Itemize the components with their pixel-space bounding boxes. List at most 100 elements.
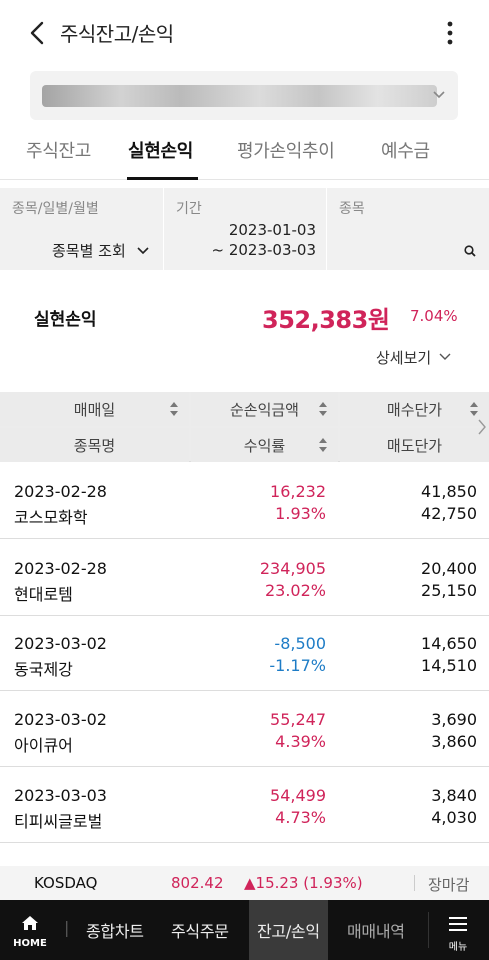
realized-pnl-amount: 352,383원 [262,306,390,334]
tab-stock-balance[interactable]: 주식잔고 [26,137,91,163]
filter-panel: 종목/일별/월별 종목별 조회 기간 2023-01-03 ~ 2023-03-… [0,188,489,270]
table-row[interactable]: 2023-03-02 아이큐어 55,247 4.39% 3,690 3,860 [0,691,489,767]
trade-date: 2023-03-02 [14,710,107,729]
index-change: ▲15.23 (1.93%) [244,874,363,892]
trade-date: 2023-03-02 [14,634,107,653]
stock-filter[interactable]: 종목 [326,188,489,270]
nav-divider [428,912,429,948]
col-trade-date-label: 매매일 [73,400,116,419]
col-trade-date[interactable]: 매매일 [0,392,189,426]
return-rate: 4.39% [275,732,326,751]
net-profit: 234,905 [259,559,326,578]
chevron-down-icon [433,91,445,99]
chevron-down-icon [439,353,451,360]
nav-item-order[interactable]: 주식주문 [171,918,229,942]
table-row[interactable]: 2023-02-28 현대로템 234,905 23.02% 20,400 25… [0,540,489,616]
menu-icon [449,917,467,931]
col-return-rate[interactable]: 수익률 [191,428,338,462]
col-sell-price-label: 매도단가 [386,436,443,455]
chevron-down-icon [137,247,149,255]
sell-price: 4,030 [431,808,477,827]
masked-account-number [42,85,437,107]
bottom-nav: HOME | 종합차트 주식주문 잔고/손익 매매내역 메뉴 [0,900,489,960]
stock-filter-label: 종목 [339,201,365,217]
period-end: ~ 2023-03-03 [211,241,316,259]
ticker-divider [414,875,415,891]
index-ticker[interactable]: KOSDAQ 802.42 ▲15.23 (1.93%) 장마감 [0,866,489,900]
sell-price: 42,750 [421,504,477,523]
period-filter[interactable]: 기간 2023-01-03 ~ 2023-03-03 [163,188,326,270]
net-profit: 55,247 [270,710,326,729]
realized-pnl-rate: 7.04% [410,307,458,325]
table-row[interactable]: 2023-02-28 코스모화학 16,232 1.93% 41,850 42,… [0,463,489,539]
tab-realized-pnl[interactable]: 실현손익 [128,137,193,163]
return-rate: 4.73% [275,808,326,827]
home-icon [22,916,38,930]
sort-icon[interactable] [169,401,179,417]
detail-view-button[interactable]: 상세보기 [376,347,452,368]
sort-icon[interactable] [318,437,328,453]
view-filter[interactable]: 종목/일별/월별 종목별 조회 [0,188,163,270]
table-row[interactable]: 2023-03-02 동국제강 -8,500 -1.17% 14,650 14,… [0,615,489,691]
tab-deposit[interactable]: 예수금 [381,137,430,163]
index-value: 802.42 [171,874,224,892]
period-label: 기간 [176,201,202,217]
sell-price: 3,860 [431,732,477,751]
more-vertical-icon[interactable] [440,16,460,50]
table-row[interactable]: 2023-03-03 티피씨글로벌 54,499 4.73% 3,840 4,0… [0,767,489,843]
buy-price: 3,690 [431,710,477,729]
account-selector[interactable] [30,71,458,120]
summary-label: 실현손익 [34,310,97,330]
tab-bar: 주식잔고 실현손익 평가손익추이 예수금 [0,127,489,180]
sort-icon[interactable] [469,401,479,417]
menu-label: 메뉴 [448,942,468,953]
net-profit: 16,232 [270,482,326,501]
col-buy-price[interactable]: 매수단가 [340,392,489,426]
tab-valuation-trend[interactable]: 평가손익추이 [237,137,335,163]
return-rate: 1.93% [275,504,326,523]
nav-item-balance[interactable]: 잔고/손익 [249,900,328,960]
menu-button[interactable]: 메뉴 [443,914,473,954]
sort-icon[interactable] [318,401,328,417]
home-label: HOME [13,938,47,949]
search-icon[interactable] [463,244,477,258]
trade-date: 2023-02-28 [14,482,107,501]
stock-name: 아이큐어 [14,736,73,755]
col-buy-price-label: 매수단가 [386,400,443,419]
buy-price: 20,400 [421,559,477,578]
table-header: 매매일 순손익금액 매수단가 종목명 수익률 매도단가 [0,392,489,462]
active-tab-indicator [127,177,198,180]
index-name: KOSDAQ [34,874,98,892]
buy-price: 14,650 [421,634,477,653]
market-status: 장마감 [428,876,470,894]
view-filter-label: 종목/일별/월별 [12,201,99,217]
app-header: 주식잔고/손익 [0,0,489,66]
col-sell-price: 매도단가 [340,428,489,462]
sell-price: 14,510 [421,656,477,675]
trade-date: 2023-03-03 [14,786,107,805]
nav-item-chart[interactable]: 종합차트 [86,918,144,942]
sell-price: 25,150 [421,581,477,600]
col-stock-name-label: 종목명 [73,436,116,455]
view-filter-value[interactable]: 종목별 조회 [52,240,126,261]
detail-view-label: 상세보기 [376,349,432,367]
buy-price: 41,850 [421,482,477,501]
back-arrow-icon[interactable] [24,18,52,48]
return-rate: -1.17% [269,656,326,675]
nav-item-clipped: | [64,918,70,937]
return-rate: 23.02% [264,581,326,600]
net-profit: -8,500 [274,634,326,653]
period-start: 2023-01-03 [228,221,316,239]
stock-name: 동국제강 [14,660,73,679]
col-return-rate-label: 수익률 [243,436,286,455]
buy-price: 3,840 [431,786,477,805]
col-net-profit[interactable]: 순손익금액 [191,392,338,426]
home-button[interactable]: HOME [12,912,48,952]
page-title: 주식잔고/손익 [60,22,174,46]
col-net-profit-label: 순손익금액 [229,400,299,419]
nav-item-history[interactable]: 매매내역 [347,918,405,942]
net-profit: 54,499 [270,786,326,805]
stock-name: 현대로템 [14,585,73,604]
stock-name: 티피씨글로벌 [14,812,103,831]
chevron-right-icon[interactable] [477,418,487,436]
